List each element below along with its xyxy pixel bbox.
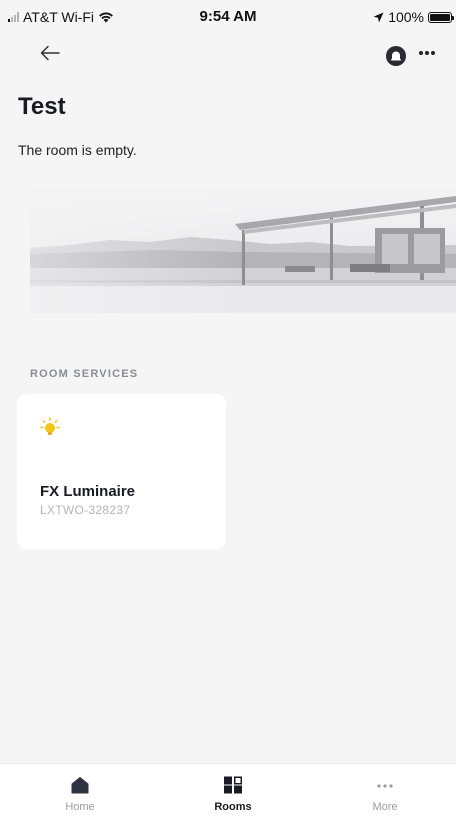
bell-icon <box>386 46 406 66</box>
location-arrow-icon <box>373 12 384 22</box>
page-title: Test <box>18 93 66 120</box>
tab-label-more: More <box>372 801 398 813</box>
grid-icon <box>224 776 242 794</box>
status-right: 100% <box>373 9 454 25</box>
pergola-illustration <box>30 190 456 313</box>
home-icon <box>71 777 89 794</box>
battery-icon <box>428 11 454 23</box>
room-hero-image <box>30 190 456 313</box>
tab-home[interactable]: Home <box>20 764 140 816</box>
more-horizontal-icon <box>377 784 393 788</box>
tab-bar: Home Rooms More <box>0 763 456 816</box>
service-card[interactable]: FX Luminaire LXTWO-328237 <box>17 394 226 549</box>
device-id: LXTWO-328237 <box>40 503 131 517</box>
more-dot <box>419 51 423 55</box>
section-label-room-services: ROOM SERVICES <box>30 368 139 380</box>
tab-more[interactable]: More <box>325 764 445 816</box>
more-dot <box>431 51 435 55</box>
room-screen: AT&T Wi-Fi 9:54 AM 100% Test The room is… <box>0 0 456 816</box>
tab-label-home: Home <box>65 801 95 813</box>
status-bar: AT&T Wi-Fi 9:54 AM 100% <box>0 0 456 34</box>
notifications-button[interactable] <box>385 45 407 67</box>
tab-label-rooms: Rooms <box>214 801 252 813</box>
battery-percent: 100% <box>388 9 424 25</box>
arrow-left-icon <box>40 45 60 61</box>
more-dot <box>425 51 429 55</box>
lightbulb-icon <box>40 417 60 435</box>
more-options-button[interactable] <box>414 45 440 61</box>
tab-rooms[interactable]: Rooms <box>173 764 293 816</box>
back-button[interactable] <box>38 42 62 64</box>
room-status-text: The room is empty. <box>18 142 137 158</box>
device-name: FX Luminaire <box>40 483 136 500</box>
